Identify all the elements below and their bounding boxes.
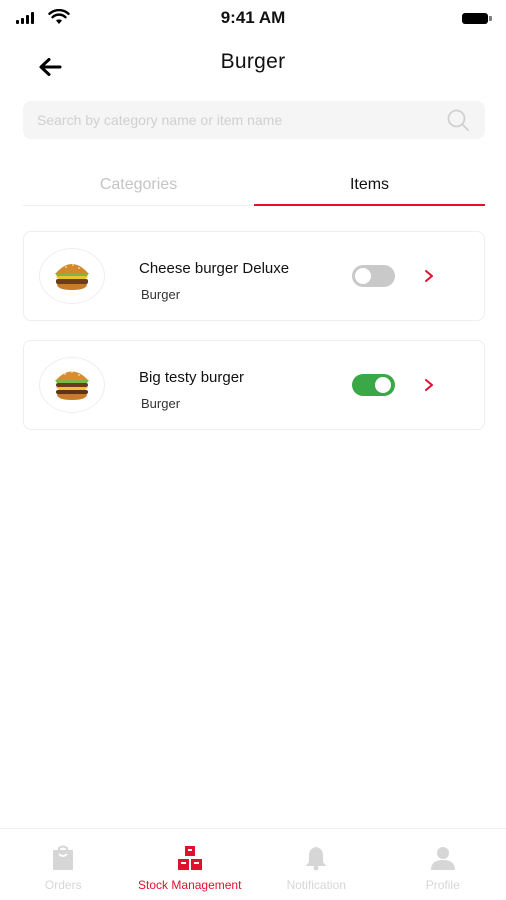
availability-toggle[interactable]: [352, 265, 395, 287]
nav-orders[interactable]: Orders: [0, 829, 127, 900]
nav-profile[interactable]: Profile: [380, 829, 506, 900]
status-bar: 9:41 AM: [0, 0, 506, 36]
search-icon[interactable]: [445, 107, 471, 133]
item-category: Burger: [141, 287, 181, 302]
battery-icon: [462, 13, 492, 24]
burger-image: [39, 357, 105, 413]
nav-label: Profile: [425, 878, 460, 892]
profile-icon: [430, 845, 456, 871]
page-title: Burger: [220, 50, 286, 73]
tab-categories[interactable]: Categories: [23, 168, 254, 205]
item-name: Cheese burger Deluxe: [139, 260, 290, 277]
tab-bar: Categories Items: [23, 168, 485, 206]
bell-icon: [303, 845, 329, 871]
nav-notification[interactable]: Notification: [253, 829, 380, 900]
chevron-right-icon[interactable]: [422, 268, 436, 284]
tab-items[interactable]: Items: [254, 168, 485, 206]
search-bar[interactable]: [23, 101, 485, 139]
nav-label: Notification: [286, 878, 346, 892]
availability-toggle[interactable]: [352, 374, 395, 396]
orders-icon: [50, 845, 76, 871]
item-name: Big testy burger: [139, 369, 245, 386]
nav-label: Orders: [44, 878, 82, 892]
nav-label: Stock Management: [138, 878, 242, 892]
chevron-right-icon[interactable]: [422, 377, 436, 393]
bottom-nav: Orders Stock Management Notification Pro…: [0, 828, 506, 900]
status-time: 9:41 AM: [220, 8, 286, 27]
item-card-cheese-burger-deluxe[interactable]: Cheese burger Deluxe Burger: [23, 231, 485, 321]
burger-image: [39, 248, 105, 304]
search-input[interactable]: [37, 112, 445, 128]
item-category: Burger: [141, 396, 181, 411]
nav-stock-management[interactable]: Stock Management: [127, 829, 254, 900]
stock-management-icon: [177, 845, 203, 871]
item-card-big-testy-burger[interactable]: Big testy burger Burger: [23, 340, 485, 430]
